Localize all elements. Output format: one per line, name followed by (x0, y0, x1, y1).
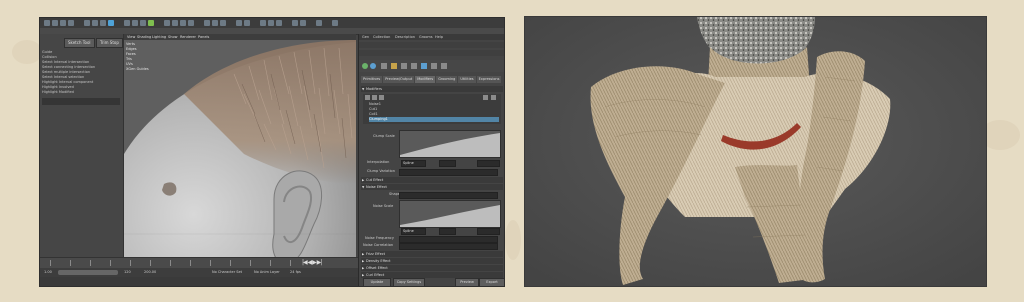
playback-controls[interactable]: |◀ ◀ ▶ ▶| (302, 259, 322, 266)
range-slider-bar: 1.00 120 200.00 No Character Set No Anim… (40, 268, 358, 277)
offset-effect-section[interactable]: Offset Effect (361, 265, 503, 271)
maya-screenshot: Sketch Tool Trim Stop Guide Collision Se… (39, 17, 505, 287)
sketch-tool-button[interactable]: Sketch Tool (64, 38, 95, 48)
export-guides-button[interactable]: Export Guides (479, 278, 504, 286)
frizz-effect-section[interactable]: Frizz Effect (361, 251, 503, 257)
noise-interp-select[interactable]: Spline (401, 228, 426, 235)
menu-lighting[interactable]: Lighting (152, 34, 166, 40)
menu-gen[interactable]: Gen (362, 34, 369, 40)
noise-correlation-label: Noise Correlation (363, 243, 394, 247)
interpolation-select[interactable]: Spline (401, 160, 426, 167)
clump-scale-label: Clump Scale (373, 134, 395, 138)
menu-shading[interactable]: Shading (137, 34, 151, 40)
ramp-value-field[interactable] (477, 160, 500, 167)
trim-stop-button[interactable]: Trim Stop (96, 38, 123, 48)
menu-collection[interactable]: Collection (373, 34, 390, 40)
start-frame[interactable]: 1.00 (44, 270, 52, 274)
copy-settings-button[interactable]: Copy Settings (393, 278, 425, 286)
modifier-stack: Noise1 Cut1 Coil1 Clumping1 (363, 94, 501, 124)
paper-stain (505, 220, 521, 260)
scarf-render (524, 16, 987, 287)
toolbar-icons (362, 63, 447, 69)
update-button[interactable]: Update (363, 278, 391, 286)
noise-field[interactable] (399, 192, 498, 199)
description-row (359, 50, 504, 56)
character-set-select[interactable]: No Character Set (212, 270, 242, 274)
command-line[interactable] (40, 277, 358, 286)
noise-scale-ramp[interactable] (399, 200, 501, 228)
clump-variation-field[interactable] (399, 169, 498, 176)
menu-show[interactable]: Show (168, 34, 177, 40)
cut-effect-section[interactable]: Cut Effect (361, 177, 503, 183)
xgen-editor: Gen Collection Description Grooms Help P… (358, 34, 504, 286)
tab-primitives[interactable]: Primitives (361, 76, 383, 83)
ramp-curve (400, 205, 500, 227)
noise-scale-label: Noise Scale (373, 204, 394, 208)
density-effect-section[interactable]: Density Effect (361, 258, 503, 264)
tab-preview-output[interactable]: Preview/Output (383, 76, 415, 83)
menu-help[interactable]: Help (435, 34, 443, 40)
menu-renderer[interactable]: Renderer (180, 34, 196, 40)
heads-up-stats: Verts Edges Faces Tris UVs XGen Guides (126, 42, 149, 72)
menu-panels[interactable]: Panels (198, 34, 209, 40)
head-hair-render (124, 34, 356, 272)
paper-stain (12, 40, 42, 64)
list-item[interactable]: Highlight Modified (42, 90, 120, 95)
clump-variation-label: Clump Variation (367, 169, 395, 173)
ramp-curve (400, 133, 500, 157)
interpolation-label: Interpolation (367, 160, 390, 164)
menu-view[interactable]: View (127, 34, 135, 40)
range-slider[interactable] (58, 270, 118, 275)
xgen-tool-panel: Sketch Tool Trim Stop Guide Collision Se… (40, 34, 124, 272)
ramp-position-field[interactable] (439, 160, 456, 167)
noise-correlation-field[interactable] (399, 243, 498, 250)
xgen-tabs: Primitives Preview/Output Modifiers Groomin… (361, 76, 503, 83)
tab-utilities[interactable]: Utilities (458, 76, 476, 83)
collection-row (359, 42, 504, 48)
xgen-menu-bar: Gen Collection Description Grooms Help (359, 34, 504, 40)
clump-scale-ramp[interactable] (399, 130, 501, 158)
status-line (40, 18, 504, 28)
tab-modifiers[interactable]: Modifiers (415, 76, 436, 83)
menu-grooms[interactable]: Grooms (419, 34, 433, 40)
end-frame-field[interactable]: 120 (124, 270, 131, 274)
noise-position-field[interactable] (439, 228, 456, 235)
modifier-clumping[interactable]: Clumping1 (369, 117, 499, 122)
modifiers-section-header[interactable]: Modifiers (361, 86, 503, 92)
preview-guides-button[interactable]: Preview Guides (455, 278, 479, 286)
noise-frequency-field[interactable] (399, 236, 498, 243)
noise-value-field[interactable] (477, 228, 500, 235)
fps-select[interactable]: 24 fps (290, 270, 301, 274)
xgen-icon-toolbar (359, 60, 504, 72)
input-slot[interactable] (42, 98, 120, 105)
max-frame-field[interactable]: 200.00 (144, 270, 156, 274)
viewport-panel[interactable]: View Shading Lighting Show Renderer Pane… (124, 34, 356, 272)
time-slider[interactable]: |◀ ◀ ▶ ▶| (40, 257, 358, 268)
anim-layer-select[interactable]: No Anim Layer (254, 270, 280, 274)
tab-grooming[interactable]: Grooming (436, 76, 458, 83)
menu-description[interactable]: Description (395, 34, 415, 40)
noise-effect-section[interactable]: Noise Effect (361, 184, 503, 190)
viewport-menu: View Shading Lighting Show Renderer Pane… (124, 34, 356, 40)
tab-expressions[interactable]: Expressions (476, 76, 502, 83)
modifier-tool-icons (365, 95, 496, 100)
stat-label: XGen Guides (126, 67, 149, 71)
noise-frequency-label: Noise Frequency (365, 236, 394, 240)
tool-option-list: Guide Collision Select Interval intersec… (42, 50, 120, 105)
render-image (525, 17, 986, 286)
